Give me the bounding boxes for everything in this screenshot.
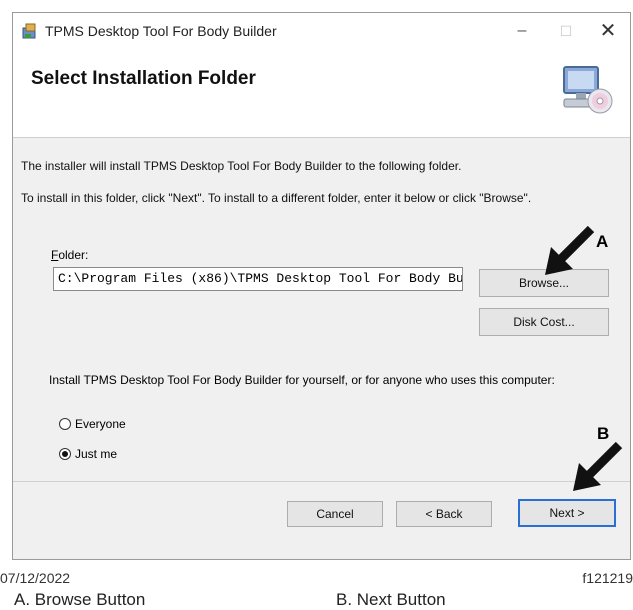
folder-label-text: older:: [58, 248, 89, 262]
footer-divider: [13, 481, 630, 482]
title-bar: TPMS Desktop Tool For Body Builder – ☐ ✕: [13, 13, 630, 49]
back-button[interactable]: < Back: [396, 501, 492, 527]
installer-window: TPMS Desktop Tool For Body Builder – ☐ ✕…: [12, 12, 631, 560]
cancel-button[interactable]: Cancel: [287, 501, 383, 527]
dialog-header: Select Installation Folder: [13, 49, 630, 138]
radio-label-just-me: Just me: [75, 447, 118, 461]
page-title: Select Installation Folder: [31, 68, 256, 89]
radio-button-everyone[interactable]: [59, 418, 71, 430]
disk-cost-button[interactable]: Disk Cost...: [479, 308, 609, 336]
next-button[interactable]: Next >: [518, 499, 616, 527]
window-title: TPMS Desktop Tool For Body Builder: [45, 23, 277, 39]
figure-id: f121219: [582, 570, 633, 586]
folder-label: Folder:: [51, 248, 88, 262]
install-scope-text: Install TPMS Desktop Tool For Body Build…: [49, 373, 555, 387]
computer-cd-icon: [563, 66, 613, 114]
folder-path-input[interactable]: C:\Program Files (x86)\TPMS Desktop Tool…: [53, 267, 463, 291]
minimize-button[interactable]: –: [508, 19, 536, 43]
radio-everyone[interactable]: Everyone: [59, 417, 126, 431]
maximize-button[interactable]: ☐: [552, 19, 580, 43]
callout-arrow-b-icon: [573, 441, 623, 491]
radio-just-me[interactable]: Just me: [59, 447, 117, 461]
install-instructions: To install in this folder, click "Next".…: [21, 191, 532, 205]
install-description: The installer will install TPMS Desktop …: [21, 159, 462, 173]
callout-marker-a: A: [596, 232, 609, 251]
installer-icon: [22, 23, 36, 39]
document-date: 07/12/2022: [0, 570, 71, 586]
radio-button-just-me[interactable]: [59, 448, 71, 460]
caption-b: B. Next Button: [336, 590, 446, 609]
radio-label-everyone: Everyone: [75, 417, 126, 431]
callout-arrow-a-icon: [545, 225, 595, 275]
caption-a: A. Browse Button: [14, 590, 146, 609]
close-button[interactable]: ✕: [594, 19, 622, 43]
